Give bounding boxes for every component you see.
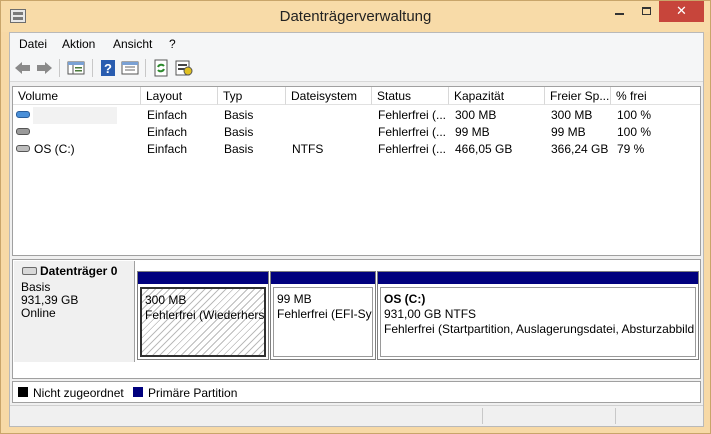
volume-list[interactable]: Volume Layout Typ Dateisystem Status Kap… xyxy=(12,86,701,256)
volume-layout: Einfach xyxy=(147,108,188,122)
volume-percent-free: 100 % xyxy=(617,125,652,139)
status-bar-divider xyxy=(615,408,616,424)
title-bar[interactable]: Datenträgerverwaltung ✕ xyxy=(1,1,710,32)
minimize-icon xyxy=(614,13,624,15)
disk-name-label: Datenträger 0 xyxy=(40,264,118,278)
forward-button[interactable] xyxy=(35,59,53,77)
maximize-button[interactable] xyxy=(633,1,659,22)
properties-button[interactable] xyxy=(121,59,139,77)
toolbar-separator xyxy=(59,59,60,77)
disk-graphical-view[interactable]: Datenträger 0 Basis 931,39 GB Online 300… xyxy=(12,259,701,379)
toolbar-separator xyxy=(92,59,93,77)
back-icon xyxy=(15,62,30,74)
volume-status: Fehlerfrei (... xyxy=(378,108,447,122)
menu-help[interactable]: ? xyxy=(169,37,176,51)
volume-free-space: 366,24 GB xyxy=(551,142,609,156)
partition-size: 99 MB xyxy=(277,292,312,306)
column-header-percent-free[interactable]: % frei xyxy=(611,87,700,105)
legend-swatch-primary xyxy=(133,387,143,397)
status-bar xyxy=(10,405,703,426)
partition-size: 300 MB xyxy=(145,293,187,307)
partition-status: Fehlerfrei (EFI-Systempartition) xyxy=(277,307,372,321)
volume-icon xyxy=(16,111,30,118)
disk-state: Online xyxy=(21,306,56,320)
volume-type: Basis xyxy=(224,125,254,139)
volume-capacity: 99 MB xyxy=(455,125,490,139)
disk-settings-button[interactable] xyxy=(175,59,193,77)
disk-settings-icon xyxy=(175,60,193,76)
volume-status: Fehlerfrei (... xyxy=(378,125,447,139)
console-tree-icon xyxy=(67,61,85,75)
volume-filesystem: NTFS xyxy=(292,142,324,156)
partition-status: Fehlerfrei (Wiederherstellungspartition) xyxy=(145,308,265,322)
console-tree-button[interactable] xyxy=(67,59,85,77)
volume-layout: Einfach xyxy=(147,125,188,139)
partition-os[interactable]: OS (C:) 931,00 GB NTFS Fehlerfrei (Start… xyxy=(377,271,699,360)
client-area: Datei Aktion Ansicht ? ? Volume Layout T… xyxy=(9,32,704,427)
help-button[interactable]: ? xyxy=(99,59,117,77)
disk-name: Datenträger 0 xyxy=(21,265,134,278)
volume-capacity: 466,05 GB xyxy=(455,142,513,156)
volume-filesystem xyxy=(286,125,372,142)
partition-body: 99 MB Fehlerfrei (EFI-Systempartition) xyxy=(273,287,373,357)
column-header-status[interactable]: Status xyxy=(372,87,449,105)
disk-info-panel[interactable]: Datenträger 0 Basis 931,39 GB Online xyxy=(14,261,135,362)
partition-recovery[interactable]: 300 MB Fehlerfrei (Wiederherstellungspar… xyxy=(137,271,269,360)
volume-percent-free: 79 % xyxy=(617,142,645,156)
volume-percent-free: 100 % xyxy=(617,108,652,122)
menu-datei[interactable]: Datei xyxy=(19,37,47,51)
column-header-free-space[interactable]: Freier Sp... xyxy=(545,87,611,105)
back-button[interactable] xyxy=(14,59,32,77)
partition-header-bar xyxy=(271,272,375,284)
window-title: Datenträgerverwaltung xyxy=(279,8,432,25)
partition-label: OS (C:) xyxy=(384,292,426,306)
volume-type: Basis xyxy=(224,142,254,156)
volume-icon xyxy=(16,128,30,135)
column-header-layout[interactable]: Layout xyxy=(141,87,218,105)
properties-icon xyxy=(121,61,139,75)
column-header-capacity[interactable]: Kapazität xyxy=(449,87,545,105)
volume-type: Basis xyxy=(224,108,254,122)
column-header-type[interactable]: Typ xyxy=(218,87,286,105)
partition-header-bar xyxy=(378,272,698,284)
close-button[interactable]: ✕ xyxy=(659,1,704,22)
toolbar-separator xyxy=(145,59,146,77)
refresh-button[interactable] xyxy=(152,59,170,77)
menu-ansicht[interactable]: Ansicht xyxy=(113,37,152,51)
legend-swatch-unallocated xyxy=(18,387,28,397)
close-icon: ✕ xyxy=(676,3,687,18)
forward-icon xyxy=(37,62,52,74)
menu-aktion[interactable]: Aktion xyxy=(62,37,95,51)
legend-label-unallocated: Nicht zugeordnet xyxy=(33,386,124,400)
help-icon: ? xyxy=(101,60,115,76)
menu-bar: Datei Aktion Ansicht ? xyxy=(10,33,703,54)
partition-efi[interactable]: 99 MB Fehlerfrei (EFI-Systempartition) xyxy=(270,271,376,360)
legend: Nicht zugeordnet Primäre Partition xyxy=(12,381,701,403)
svg-text:?: ? xyxy=(104,61,112,76)
refresh-icon xyxy=(154,59,168,77)
volume-name xyxy=(33,107,117,124)
volume-free-space: 300 MB xyxy=(551,108,593,122)
volume-layout: Einfach xyxy=(147,142,188,156)
partition-body: OS (C:) 931,00 GB NTFS Fehlerfrei (Start… xyxy=(380,287,696,357)
legend-label-primary: Primäre Partition xyxy=(148,386,238,400)
partition-body: 300 MB Fehlerfrei (Wiederherstellungspar… xyxy=(140,287,266,357)
hard-disk-icon xyxy=(22,267,37,275)
column-header-volume[interactable]: Volume xyxy=(13,87,141,105)
column-header-filesystem[interactable]: Dateisystem xyxy=(286,87,372,105)
volume-name xyxy=(33,125,117,142)
partition-size: 931,00 GB NTFS xyxy=(384,307,477,321)
partition-header-bar xyxy=(138,272,268,284)
maximize-icon xyxy=(641,7,651,15)
partition-status: Fehlerfrei (Startpartition, Auslagerungs… xyxy=(384,322,695,336)
volume-filesystem xyxy=(286,108,372,125)
volume-name: OS (C:) xyxy=(34,142,75,156)
app-window: Datenträgerverwaltung ✕ Datei Aktion Ans… xyxy=(0,0,711,434)
volume-capacity: 300 MB xyxy=(455,108,497,122)
volume-status: Fehlerfrei (... xyxy=(378,142,447,156)
status-bar-divider xyxy=(482,408,483,424)
minimize-button[interactable] xyxy=(605,1,633,22)
toolbar: ? xyxy=(10,54,703,82)
volume-free-space: 99 MB xyxy=(551,125,586,139)
